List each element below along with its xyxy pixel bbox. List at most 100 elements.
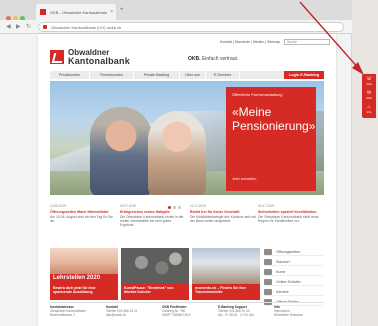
slogan-text: Einfach vertraut. bbox=[200, 56, 239, 62]
news-date: 11.07.2019 bbox=[190, 204, 206, 208]
webpage: Kontakt | Standorte | Medien | Sitemap S… bbox=[38, 34, 336, 326]
news-text: Die Obwaldner Kantonalbank stellt neue R… bbox=[258, 215, 319, 223]
okb-favicon-icon bbox=[40, 9, 46, 15]
hero-teaser-box[interactable]: Öffentliche Fachveranstaltung «Meine Pen… bbox=[226, 87, 316, 191]
footer-column: E-Banking Support Telefon 041 666 22 44 Mo… bbox=[218, 305, 268, 317]
news-text: Die Obwaldner Kantonalbank erzielt in de… bbox=[120, 215, 184, 227]
contact-side-tab[interactable]: ☏ Chat ✉ Mail ⌂ Info bbox=[362, 74, 376, 118]
news-item[interactable]: 24.07.2019 Erfolgreiches erstes Halbjahr… bbox=[120, 204, 186, 240]
tile-caption: KunstPause: "Erzelmea" von Monika Kuhnle… bbox=[121, 284, 189, 300]
footer-line[interactable]: Rechtliche Hinweise bbox=[274, 313, 324, 318]
news-date: 01.07.2019 bbox=[258, 204, 274, 208]
back-icon[interactable]: ◀ bbox=[6, 23, 11, 30]
search-input[interactable]: Suche bbox=[284, 39, 330, 45]
news-title[interactable]: Sicherheiten speziell Kreditlimiten bbox=[258, 210, 324, 214]
hero-link[interactable]: Jetzt anmelden bbox=[232, 177, 256, 181]
sidetab-label: Chat bbox=[366, 82, 372, 86]
tab-bar: OKB - Obwaldner Kantonalbank × + bbox=[0, 0, 352, 21]
quick-link-label: Öffnungszeiten bbox=[276, 250, 301, 254]
quick-link-kurse[interactable]: Kurse bbox=[264, 268, 324, 276]
clock-icon bbox=[264, 249, 272, 255]
tile-image: Lehrstellen 2020 bbox=[50, 248, 118, 284]
news-title[interactable]: Erfolgreiches erstes Halbjahr bbox=[120, 210, 186, 214]
slogan-brand: OKB. bbox=[188, 56, 201, 62]
footer-column: OKB Postfinden Clearing-Nr. 780 SWIFT OBWK… bbox=[162, 305, 212, 317]
desk-icon bbox=[264, 279, 272, 285]
okb-logo-icon[interactable] bbox=[50, 50, 64, 64]
footer-column: Info Impressum Rechtliche Hinweise bbox=[274, 305, 324, 318]
slider-dots bbox=[168, 196, 183, 209]
top-links[interactable]: Kontakt | Standorte | Medien | Sitemap bbox=[220, 40, 280, 44]
mail-tab-item[interactable]: ✉ Mail bbox=[364, 90, 374, 102]
news-title[interactable]: Öffnungszeiten Marie Himmelfahrt bbox=[50, 210, 116, 214]
menu-item-e-services[interactable]: E-Services bbox=[206, 71, 240, 79]
tile-caption: Bewirb dich jetzt für eine spannende Aus… bbox=[50, 284, 118, 300]
career-icon bbox=[264, 289, 272, 295]
menu-item-ueber-uns[interactable]: Über uns bbox=[180, 71, 206, 79]
hero-woman-image bbox=[148, 111, 206, 195]
quick-link-label: Standort bbox=[276, 260, 290, 264]
teaser-tiles: Lehrstellen 2020 Bewirb dich jetzt für e… bbox=[50, 248, 260, 300]
footer: Kontaktadresse Obwaldner Kantonalbank Bahn… bbox=[50, 302, 324, 324]
tile-band: Lehrstellen 2020 bbox=[50, 274, 118, 284]
logo-text-line2[interactable]: Kantonalbank bbox=[68, 56, 130, 66]
news-item[interactable]: 11.07.2019 Bleibt frei für inmer Geschäf… bbox=[190, 204, 256, 240]
menu-item-firmenkunden[interactable]: Firmenkunden bbox=[90, 71, 134, 79]
news-text: Am 15.08. August sind wir den Tag für Si… bbox=[50, 215, 113, 223]
news-title[interactable]: Bleibt frei für inmer Geschäft bbox=[190, 210, 256, 214]
browser-tab[interactable]: OKB - Obwaldner Kantonalbank × bbox=[36, 4, 116, 20]
tile-caption: moments.ch – Finden Sie Ihre Traumimmobi… bbox=[192, 284, 260, 300]
close-tab-icon[interactable]: × bbox=[110, 9, 113, 15]
sidetab-label: Info bbox=[366, 110, 372, 114]
quick-link-online-schalter[interactable]: Online-Schalter bbox=[264, 278, 324, 286]
quick-link-label: Online-Schalter bbox=[276, 280, 301, 284]
footer-column: Kontakt Telefon 041 666 22 11 info@owkb.ch bbox=[106, 305, 156, 318]
news-text: Die Mobilitätsstrategie des Kantons wird… bbox=[190, 215, 256, 223]
quick-link-label: Karriere bbox=[276, 290, 289, 294]
quick-link-label: Kurse bbox=[276, 270, 286, 274]
hero-man-image bbox=[90, 107, 152, 195]
quick-link-karriere[interactable]: Karriere bbox=[264, 288, 324, 296]
news-date: 13.08.2019 bbox=[50, 204, 66, 208]
footer-line: Bahnhofstrasse 2 bbox=[50, 312, 75, 317]
lock-icon bbox=[43, 25, 47, 29]
info-tab-item[interactable]: ⌂ Info bbox=[364, 104, 374, 116]
footer-line: Mo - Fr 08.00 - 17.00 Uhr bbox=[218, 312, 254, 317]
tab-title: OKB - Obwaldner Kantonalbank bbox=[50, 10, 107, 15]
footer-line: SWIFT OBWKCH22 bbox=[162, 312, 191, 317]
teaser-tile-immobilien[interactable]: moments.ch – Finden Sie Ihre Traumimmobi… bbox=[192, 248, 260, 300]
menu-item-privatkunden[interactable]: Privatkunden bbox=[50, 71, 90, 79]
top-links-text[interactable]: Kontakt | Standorte | Medien | Sitemap bbox=[220, 40, 280, 44]
menu-item-private-banking[interactable]: Private Banking bbox=[134, 71, 180, 79]
hero-title-line2: Pensionierung» bbox=[232, 119, 316, 133]
footer-column: Kontaktadresse Obwaldner Kantonalbank Bahn… bbox=[50, 305, 100, 317]
quick-link-oeffnungszeiten[interactable]: Öffnungszeiten bbox=[264, 248, 324, 256]
slogan: OKB. Einfach vertraut. bbox=[188, 56, 238, 62]
search-placeholder: Suche bbox=[287, 40, 297, 44]
arrow-head bbox=[352, 62, 364, 75]
window-controls bbox=[6, 8, 30, 21]
news-item[interactable]: 01.07.2019 Sicherheiten speziell Kreditl… bbox=[258, 204, 324, 240]
footer-line[interactable]: info@owkb.ch bbox=[106, 313, 156, 318]
hero-title-line1: «Meine bbox=[232, 105, 272, 119]
address-bar-row: ◀ ▶ ↻ Obwaldner Kantonalbank (CH) owkb.c… bbox=[0, 20, 352, 34]
hero-banner[interactable]: Öffentliche Fachveranstaltung «Meine Pen… bbox=[50, 81, 324, 195]
tile-image bbox=[192, 248, 260, 284]
reload-icon[interactable]: ↻ bbox=[26, 23, 31, 30]
url-input[interactable]: Obwaldner Kantonalbank (CH) owkb.ch bbox=[38, 22, 344, 32]
news-row: 13.08.2019 Öffnungszeiten Marie Himmelfa… bbox=[50, 204, 324, 240]
forward-icon[interactable]: ▶ bbox=[16, 23, 21, 30]
teaser-tile-lehrstellen[interactable]: Lehrstellen 2020 Bewirb dich jetzt für e… bbox=[50, 248, 118, 300]
sidetab-label: Mail bbox=[366, 96, 372, 100]
teaser-tile-kunstpause[interactable]: KunstPause: "Erzelmea" von Monika Kuhnle… bbox=[121, 248, 189, 300]
news-item[interactable]: 13.08.2019 Öffnungszeiten Marie Himmelfa… bbox=[50, 204, 116, 240]
news-date: 24.07.2019 bbox=[120, 204, 136, 208]
login-ebanking-button[interactable]: Login E-Banking bbox=[284, 71, 324, 79]
chart-icon bbox=[264, 269, 272, 275]
main-menu: Privatkunden Firmenkunden Private Bankin… bbox=[50, 71, 324, 79]
chat-tab-item[interactable]: ☏ Chat bbox=[364, 76, 374, 88]
new-tab-button[interactable]: + bbox=[120, 7, 124, 13]
quick-link-standort[interactable]: Standort bbox=[264, 258, 324, 266]
screenshot-frame: OKB - Obwaldner Kantonalbank × + ◀ ▶ ↻ O… bbox=[0, 0, 378, 326]
hero-kicker: Öffentliche Fachveranstaltung bbox=[232, 93, 283, 97]
